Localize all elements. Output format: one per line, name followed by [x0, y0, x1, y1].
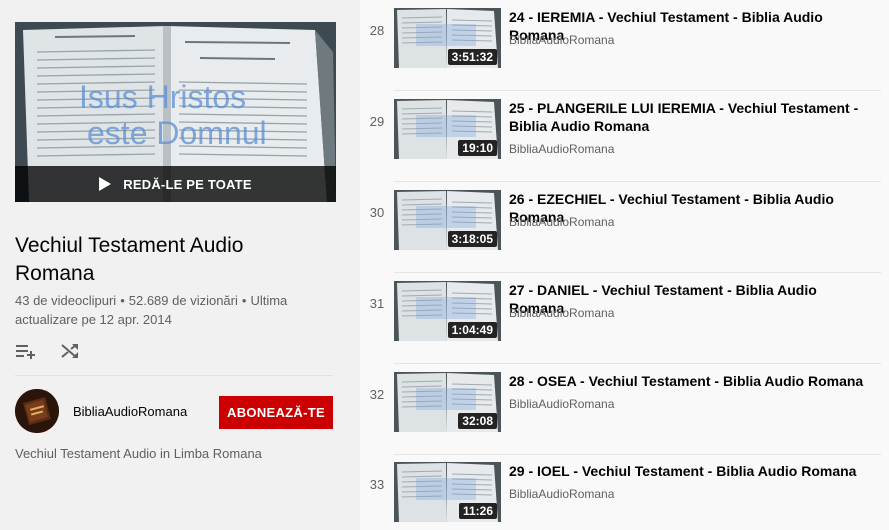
video-thumbnail[interactable]: 32:08	[394, 372, 501, 432]
play-all-label: REDĂ-LE PE TOATE	[123, 176, 252, 192]
video-duration: 32:08	[458, 413, 497, 429]
play-icon	[99, 177, 112, 191]
play-all-button[interactable]: REDĂ-LE PE TOATE	[15, 166, 336, 202]
video-channel[interactable]: BibliaAudioRomana	[509, 306, 614, 320]
video-index: 28	[369, 23, 385, 38]
video-title[interactable]: 28 - OSEA - Vechiul Testament - Biblia A…	[509, 372, 869, 390]
playlist-title[interactable]: Vechiul Testament Audio Romana	[15, 232, 315, 288]
video-duration: 3:18:05	[447, 231, 497, 247]
video-channel[interactable]: BibliaAudioRomana	[509, 142, 614, 156]
list-item[interactable]: 30 3:18:05 26 - EZECHIEL - Vechiul Testa…	[360, 182, 889, 273]
list-item[interactable]: 33 11:26 29 - IOEL - Vechiul Testament -…	[360, 454, 889, 530]
playlist-actions	[15, 340, 81, 362]
overlay-text-2: este Domnul	[87, 115, 267, 151]
shuffle-button[interactable]	[59, 340, 81, 362]
holy-bible-avatar-image	[15, 389, 59, 433]
video-thumbnail[interactable]: 19:10	[394, 99, 501, 159]
view-count: 52.689 de vizionări	[128, 293, 238, 308]
video-index: 29	[369, 114, 385, 129]
video-index: 30	[369, 205, 385, 220]
playlist-owner: BibliaAudioRomana	[15, 389, 187, 433]
avatar[interactable]	[15, 389, 59, 433]
video-thumbnail[interactable]: 1:04:49	[394, 281, 501, 341]
video-duration: 19:10	[458, 140, 497, 156]
video-index: 31	[369, 296, 385, 311]
subscribe-button[interactable]: ABONEAZĂ-TE	[219, 396, 333, 429]
playlist-sidebar: Isus Hristos este Domnul REDĂ-LE PE TOAT…	[0, 0, 360, 530]
divider	[15, 375, 333, 376]
video-channel[interactable]: BibliaAudioRomana	[509, 33, 614, 47]
video-thumbnail[interactable]: 3:18:05	[394, 190, 501, 250]
list-item[interactable]: 29 19:10 25 - PLANGERILE LUI IEREMIA - V…	[360, 91, 889, 182]
list-item[interactable]: 32 32:08 28 - OSEA - Vechiul Testament -…	[360, 364, 889, 455]
video-title[interactable]: 25 - PLANGERILE LUI IEREMIA - Vechiul Te…	[509, 99, 869, 135]
video-duration: 3:51:32	[447, 49, 497, 65]
video-title[interactable]: 29 - IOEL - Vechiul Testament - Biblia A…	[509, 462, 869, 480]
playlist-stats: 43 de videoclipuri • 52.689 de vizionări • U…	[15, 293, 288, 327]
owner-name[interactable]: BibliaAudioRomana	[73, 404, 187, 419]
add-to-queue-button[interactable]	[15, 340, 37, 362]
video-channel[interactable]: BibliaAudioRomana	[509, 215, 614, 229]
video-index: 33	[369, 477, 385, 492]
video-duration: 11:26	[458, 503, 497, 519]
video-thumbnail[interactable]: 11:26	[394, 462, 501, 522]
list-item[interactable]: 31 1:04:49 27 - DANIEL - Vechiul Testame…	[360, 273, 889, 364]
playlist-thumbnail[interactable]: Isus Hristos este Domnul REDĂ-LE PE TOAT…	[15, 22, 336, 202]
video-thumbnail[interactable]: 3:51:32	[394, 8, 501, 68]
video-duration: 1:04:49	[447, 322, 497, 338]
shuffle-icon	[61, 344, 78, 358]
playlist-video-list: 28 3:51:32 24 - IEREMIA - Vechiul Testam…	[360, 0, 889, 530]
video-count: 43 de videoclipuri	[15, 293, 117, 308]
playlist-add-icon	[16, 345, 35, 359]
video-index: 32	[369, 387, 385, 402]
overlay-text-1: Isus Hristos	[79, 79, 246, 115]
video-channel[interactable]: BibliaAudioRomana	[509, 487, 614, 501]
playlist-description: Vechiul Testament Audio in Limba Romana	[15, 446, 262, 461]
list-item[interactable]: 28 3:51:32 24 - IEREMIA - Vechiul Testam…	[360, 0, 889, 91]
video-channel[interactable]: BibliaAudioRomana	[509, 397, 614, 411]
